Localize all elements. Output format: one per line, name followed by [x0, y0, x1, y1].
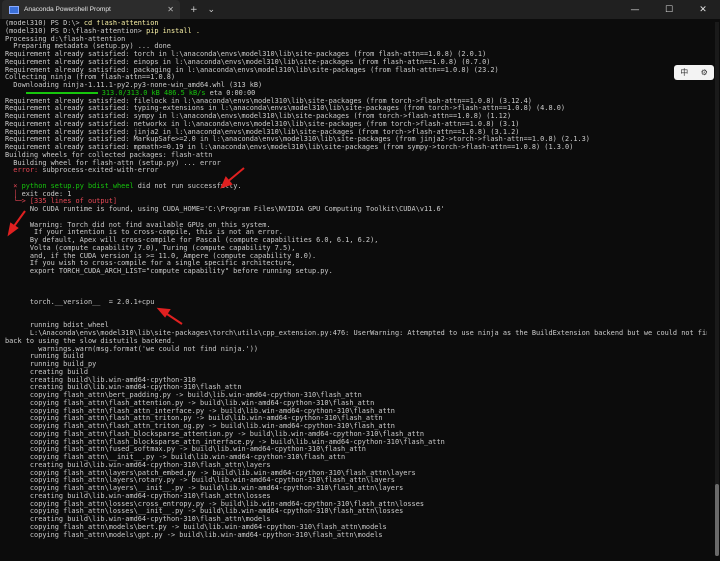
annotation-arrowhead-output [7, 222, 19, 237]
terminal-window: Anaconda Powershell Prompt ✕ + ⌄ — ☐ ✕ (… [0, 0, 720, 561]
annotation-arrows [7, 167, 245, 325]
